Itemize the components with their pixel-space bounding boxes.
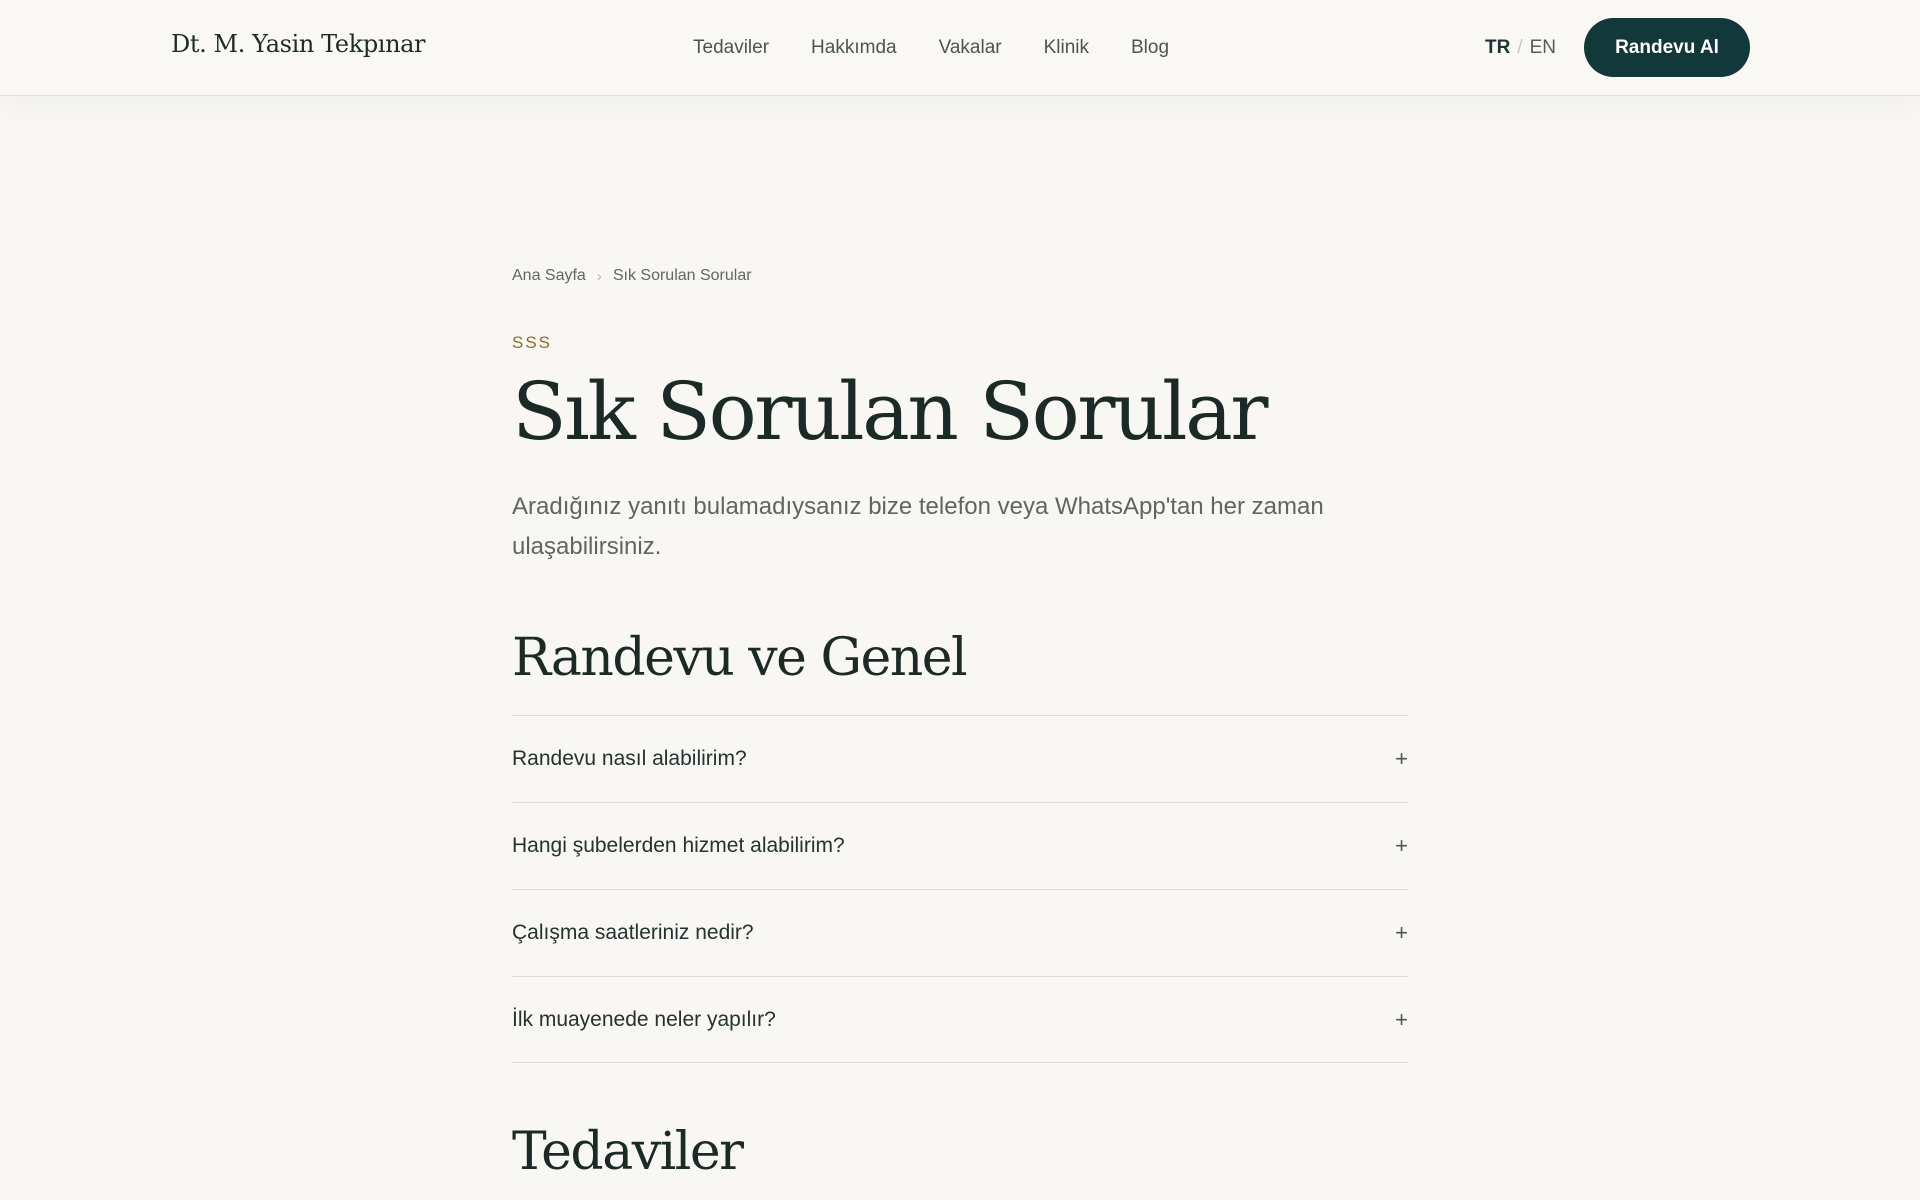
site-header: Dt. M. Yasin Tekpınar Tedaviler Hakkımda… bbox=[0, 0, 1920, 96]
faq-item[interactable]: Hangi şubelerden hizmet alabilirim? + bbox=[512, 802, 1408, 889]
chevron-right-icon: › bbox=[596, 267, 602, 285]
faq-question: Çalışma saatleriniz nedir? bbox=[512, 921, 754, 944]
nav-link-vakalar[interactable]: Vakalar bbox=[939, 37, 1002, 59]
plus-icon[interactable]: + bbox=[1394, 920, 1408, 946]
plus-icon[interactable]: + bbox=[1394, 833, 1408, 859]
faq-question: Randevu nasıl alabilirim? bbox=[512, 747, 747, 770]
breadcrumb: Ana Sayfa › Sık Sorulan Sorular bbox=[512, 267, 752, 285]
breadcrumb-home[interactable]: Ana Sayfa bbox=[512, 267, 586, 285]
plus-icon[interactable]: + bbox=[1394, 746, 1408, 772]
faq-item[interactable]: Çalışma saatleriniz nedir? + bbox=[512, 889, 1408, 976]
page-lead: Aradığınız yanıtı bulamadıysanız bize te… bbox=[512, 493, 1324, 560]
language-switcher: TR / EN bbox=[1485, 37, 1556, 59]
main-nav: Tedaviler Hakkımda Vakalar Klinik Blog bbox=[693, 37, 1211, 59]
faq-item[interactable]: Randevu nasıl alabilirim? + bbox=[512, 715, 1408, 802]
lang-separator: / bbox=[1517, 37, 1523, 58]
section-title-tedaviler: Tedaviler bbox=[512, 1122, 744, 1182]
breadcrumb-current: Sık Sorulan Sorular bbox=[612, 267, 752, 284]
lang-tr[interactable]: TR bbox=[1485, 37, 1510, 58]
lang-en[interactable]: EN bbox=[1530, 37, 1556, 58]
faq-question: İlk muayenede neler yapılır? bbox=[512, 1007, 776, 1031]
faq-item[interactable]: İlk muayenede neler yapılır? + bbox=[512, 976, 1408, 1063]
appointment-button[interactable]: Randevu Al bbox=[1584, 18, 1750, 77]
nav-link-blog[interactable]: Blog bbox=[1131, 37, 1169, 59]
faq-question: Hangi şubelerden hizmet alabilirim? bbox=[512, 834, 845, 857]
nav-link-klinik[interactable]: Klinik bbox=[1044, 37, 1089, 59]
plus-icon[interactable]: + bbox=[1394, 1007, 1408, 1033]
nav-link-hakkimda[interactable]: Hakkımda bbox=[811, 37, 897, 59]
page-title: Sık Sorulan Sorular bbox=[512, 365, 1269, 458]
section-eyebrow: SSS bbox=[512, 333, 553, 352]
faq-list: Randevu nasıl alabilirim? + Hangi şubele… bbox=[512, 715, 1408, 1063]
nav-link-tedaviler[interactable]: Tedaviler bbox=[693, 37, 769, 59]
site-logo[interactable]: Dt. M. Yasin Tekpınar bbox=[171, 30, 426, 58]
section-title-randevu-genel: Randevu ve Genel bbox=[512, 628, 968, 688]
